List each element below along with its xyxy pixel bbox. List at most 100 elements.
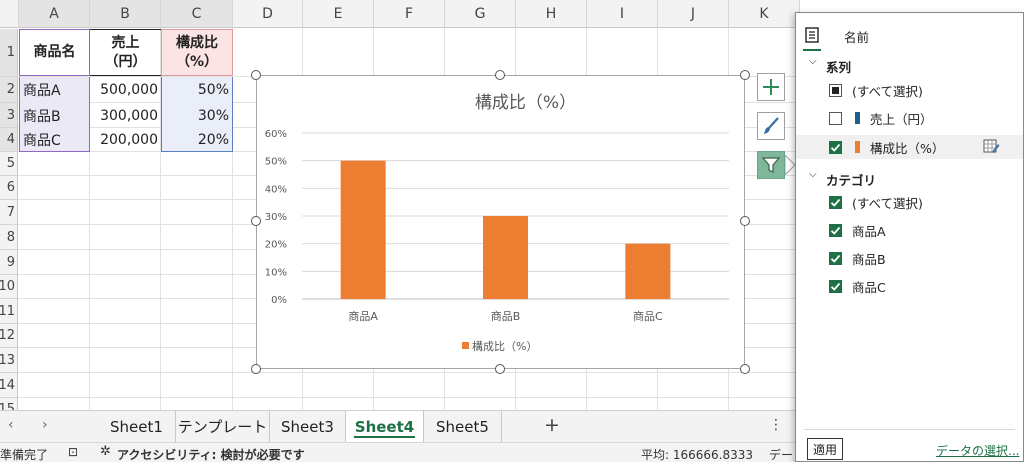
row-header-7[interactable]: 7 — [0, 200, 18, 225]
tab-sheet4[interactable]: Sheet4 — [346, 411, 424, 442]
checkbox-category-a[interactable] — [829, 223, 842, 237]
row-header-5[interactable]: 5 — [0, 152, 18, 176]
chart-elements-button[interactable] — [757, 73, 785, 101]
row-header-1[interactable]: 1 — [0, 29, 18, 77]
more-options-icon[interactable]: ⋮ — [769, 417, 783, 433]
chart-styles-button[interactable] — [757, 112, 785, 140]
cell-c3[interactable]: 30% — [161, 103, 233, 128]
chart-area[interactable]: 構成比（%） 0% 10% 20% 30% 40% 50% 60% 商品A 商品B 商品C 構成比（%… — [256, 75, 745, 369]
chart-filters-button[interactable] — [757, 151, 785, 179]
macro-record-icon[interactable]: ⊡ — [68, 445, 78, 459]
column-header-h[interactable]: H — [516, 0, 587, 28]
x-tick-label: 商品A — [348, 309, 378, 323]
status-average: 平均: 166666.8333 — [641, 448, 754, 462]
apply-button[interactable]: 適用 — [807, 438, 843, 460]
edit-series-icon[interactable] — [983, 139, 1000, 154]
scroll-left-icon[interactable]: ‹ — [8, 417, 14, 433]
row-header-12[interactable]: 12 — [0, 324, 18, 348]
cell-b4[interactable]: 200,000 — [90, 128, 161, 152]
category-item-c[interactable]: 商品C — [796, 274, 1023, 298]
cell-b3[interactable]: 300,000 — [90, 103, 161, 128]
tab-sheet3[interactable]: Sheet3 — [270, 411, 346, 442]
column-header-e[interactable]: E — [303, 0, 374, 28]
row-header-8[interactable]: 8 — [0, 225, 18, 250]
column-header-g[interactable]: G — [445, 0, 516, 28]
cell-c1-line1: 構成比 — [176, 34, 218, 51]
chart-title: 構成比（%） — [475, 93, 576, 113]
checkbox-series-ratio[interactable] — [829, 140, 842, 154]
series-item-label: (すべて選択) — [852, 83, 923, 99]
scroll-right-icon[interactable]: › — [42, 417, 48, 433]
resize-handle-top[interactable] — [495, 70, 505, 80]
checkbox-category-select-all[interactable] — [829, 195, 842, 209]
tab-sheet1[interactable]: Sheet1 — [98, 411, 176, 442]
resize-handle-right[interactable] — [740, 216, 750, 226]
series-item-select-all[interactable]: (すべて選択) — [796, 78, 1023, 102]
cell-a4[interactable]: 商品C — [19, 128, 90, 152]
resize-handle-bottom-left[interactable] — [251, 364, 261, 374]
y-tick-label: 60% — [265, 129, 287, 140]
cell-c1-line2: （%） — [175, 53, 219, 70]
row-header-10[interactable]: 10 — [0, 275, 18, 299]
column-header-j[interactable]: J — [658, 0, 729, 28]
series-item-sales[interactable]: 売上（円） — [796, 106, 1023, 130]
cell-a2[interactable]: 商品A — [19, 77, 90, 103]
checkbox-category-b[interactable] — [829, 251, 842, 265]
tab-sheet5[interactable]: Sheet5 — [424, 411, 502, 442]
column-header-b[interactable]: B — [90, 0, 161, 28]
column-header-a[interactable]: A — [19, 0, 90, 28]
cell-b2[interactable]: 500,000 — [90, 77, 161, 103]
resize-handle-top-right[interactable] — [740, 70, 750, 80]
category-item-select-all[interactable]: (すべて選択) — [796, 190, 1023, 214]
row-header-9[interactable]: 9 — [0, 250, 18, 275]
category-item-b[interactable]: 商品B — [796, 246, 1023, 270]
tab-template[interactable]: テンプレート — [176, 411, 270, 442]
series-item-ratio[interactable]: 構成比（%） — [796, 135, 1023, 159]
checkbox-series-sales[interactable] — [829, 111, 842, 125]
resize-handle-left[interactable] — [251, 216, 261, 226]
add-sheet-button[interactable]: + — [544, 414, 560, 436]
resize-handle-top-left[interactable] — [251, 70, 261, 80]
values-tab-underline — [803, 49, 821, 51]
row-header-4[interactable]: 4 — [0, 128, 18, 152]
select-data-link[interactable]: データの選択... — [936, 442, 1019, 459]
row-header-3[interactable]: 3 — [0, 103, 18, 128]
tab-names[interactable]: 名前 — [844, 27, 869, 46]
column-header-k[interactable]: K — [729, 0, 800, 28]
cell-a1[interactable]: 商品名 — [19, 29, 90, 76]
series-heading[interactable]: 系列 — [826, 57, 851, 76]
chevron-down-icon[interactable]: ⌵ — [809, 56, 817, 67]
row-header-2[interactable]: 2 — [0, 77, 18, 103]
category-item-a[interactable]: 商品A — [796, 218, 1023, 242]
checkbox-series-select-all[interactable] — [829, 83, 842, 97]
cell-c4[interactable]: 20% — [161, 128, 233, 152]
row-header-6[interactable]: 6 — [0, 176, 18, 200]
row-header-15[interactable]: 15 — [0, 398, 18, 410]
cell-b1[interactable]: 売上 （円） — [90, 29, 161, 76]
x-tick-label: 商品B — [491, 309, 521, 323]
checkbox-category-c[interactable] — [829, 279, 842, 293]
column-header-i[interactable]: I — [587, 0, 658, 28]
status-trailing: デー — [769, 448, 794, 462]
select-all-corner[interactable] — [0, 0, 19, 28]
check-icon — [830, 282, 841, 291]
category-item-label: 商品C — [852, 279, 886, 295]
resize-handle-bottom-right[interactable] — [740, 364, 750, 374]
chevron-down-icon[interactable]: ⌵ — [809, 169, 817, 180]
cell-b1-line1: 売上 — [111, 34, 140, 51]
row-header-14[interactable]: 14 — [0, 373, 18, 398]
column-header-d[interactable]: D — [233, 0, 303, 28]
values-icon[interactable] — [805, 27, 819, 43]
accessibility-icon[interactable]: ✲ — [100, 444, 111, 459]
category-heading[interactable]: カテゴリ — [826, 170, 876, 189]
column-header-f[interactable]: F — [374, 0, 445, 28]
row-header-11[interactable]: 11 — [0, 299, 18, 324]
row-header-13[interactable]: 13 — [0, 348, 18, 373]
resize-handle-bottom[interactable] — [495, 364, 505, 374]
chart-filter-pane: 名前 ⌵ 系列 (すべて選択) 売上（円） 構成比（%） ⌵ カテゴリ (すべて… — [795, 12, 1024, 462]
status-accessibility[interactable]: アクセシビリティ: 検討が必要です — [117, 446, 305, 462]
column-header-c[interactable]: C — [161, 0, 233, 28]
cell-a3[interactable]: 商品B — [19, 103, 90, 128]
cell-c2[interactable]: 50% — [161, 77, 233, 103]
cell-c1[interactable]: 構成比 （%） — [161, 29, 233, 76]
